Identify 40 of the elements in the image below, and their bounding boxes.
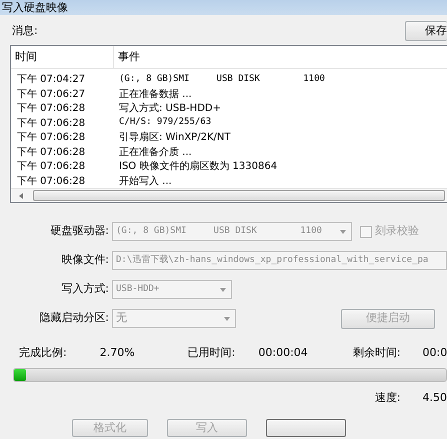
time-cell-text: 下午 07:06:28 <box>16 160 86 174</box>
scroll-left-icon[interactable] <box>19 192 23 199</box>
field-label: 隐藏启动分区: <box>38 310 110 326</box>
column-header[interactable]: 事件 <box>114 48 140 66</box>
dropdown-arrow-icon <box>340 230 346 234</box>
dropdown-arrow-icon <box>224 316 230 320</box>
checkbox-label: 刻录校验 <box>375 223 419 240</box>
field-label: 映像文件: <box>60 252 110 268</box>
time-cell-text: 下午 07:06:28 <box>16 116 86 131</box>
remaining-label: 剩余时间: <box>352 344 401 361</box>
time-cell-text: 下午 07:04:27 <box>16 73 86 88</box>
event-cell-text: C/H/S: 979/255/63 <box>118 116 212 130</box>
time-cell-text: 下午 07:06:28 <box>16 146 86 160</box>
elapsed-label: 已用时间: <box>188 344 236 361</box>
messages-label: 消息: <box>12 22 38 39</box>
field-label: 写入方式: <box>60 281 110 298</box>
time-cell-text: 下午 07:06:27 <box>16 88 86 102</box>
event-cell-text: 开始写入 ... <box>118 174 172 189</box>
event-cell-text: 正在准备介质 ... <box>118 146 192 160</box>
event-cell-text: 正在准备数据 ... <box>118 88 192 102</box>
action-button[interactable] <box>266 419 346 437</box>
progress-label: 完成比例: <box>19 344 67 361</box>
event-cell-text: (G:, 8 GB)SMI USB DISK 1100 <box>118 72 325 86</box>
speed-label: 速度: <box>374 390 400 406</box>
save-button[interactable]: 保存 <box>405 21 447 41</box>
speed-value: 4.50 <box>422 390 447 406</box>
remaining-value: 00:0 <box>422 344 447 361</box>
scrollbar-thumb[interactable] <box>33 190 445 202</box>
window-title: 写入硬盘映像 <box>2 1 68 15</box>
field-label: 硬盘驱动器: <box>49 223 110 240</box>
elapsed-value: 00:00:04 <box>258 344 308 361</box>
event-cell-text: 写入方式: USB-HDD+ <box>118 102 221 116</box>
time-cell-text: 下午 07:06:28 <box>16 174 86 189</box>
time-cell-text: 下午 07:06:28 <box>16 102 86 116</box>
progress-value: 2.70% <box>100 344 135 361</box>
column-header[interactable]: 时间 <box>15 48 37 66</box>
event-cell-text: ISO 映像文件的扇区数为 1330864 <box>118 160 278 174</box>
event-cell-text: 引导扇区: WinXP/2K/NT <box>118 130 230 146</box>
dropdown-arrow-icon <box>220 288 226 292</box>
time-cell-text: 下午 07:06:28 <box>16 131 86 146</box>
